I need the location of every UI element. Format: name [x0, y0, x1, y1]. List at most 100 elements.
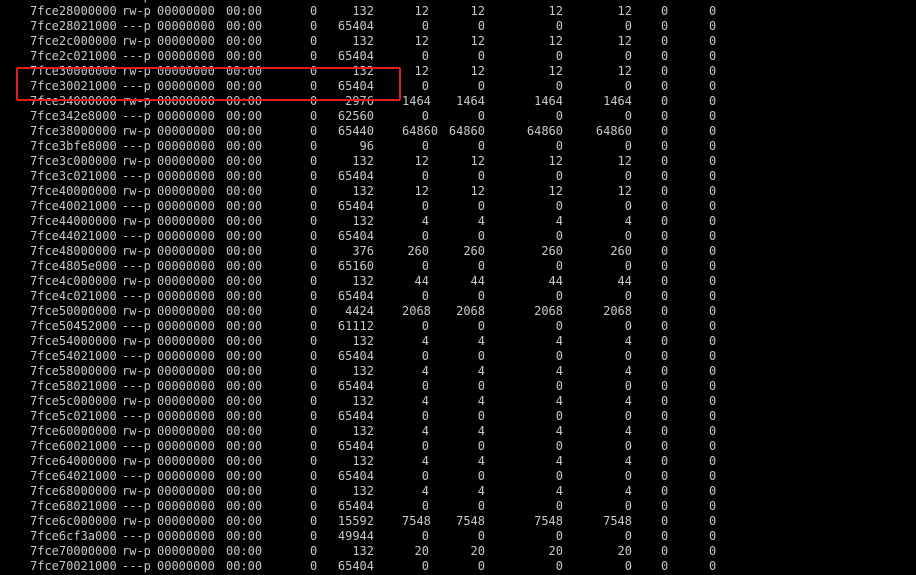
- perms-cell: rw-p: [122, 244, 151, 258]
- inode-cell: 0: [310, 274, 318, 288]
- rss-cell: 44: [414, 274, 429, 288]
- perms-cell: rw-p: [122, 124, 151, 138]
- swap-cell: 0: [661, 529, 669, 543]
- swap-cell: 0: [661, 364, 669, 378]
- pss-cell: 4: [477, 394, 485, 408]
- memory-map-row: 7fce342e8000 ---p 00000000 00:00 0 62560 0 0 0 0 0…: [0, 109, 916, 124]
- swap-cell: 0: [661, 214, 669, 228]
- private-cell: 4: [624, 454, 632, 468]
- rss-cell: 0: [421, 49, 429, 63]
- address-cell: 7fce2c021000: [30, 49, 117, 63]
- pss-cell: 0: [477, 79, 485, 93]
- locked-cell: 0: [709, 349, 717, 363]
- perms-cell: ---p: [122, 169, 151, 183]
- rss-cell: 0: [421, 529, 429, 543]
- locked-cell: 0: [709, 559, 717, 573]
- swap-cell: 0: [661, 259, 669, 273]
- shared-cell: 0: [555, 109, 563, 123]
- rss-cell: 0: [421, 199, 429, 213]
- swap-cell: 0: [661, 484, 669, 498]
- memory-map-row: 7fce28021000 ---p 00000000 00:00 0 65404 0 0 0 0 0…: [0, 19, 916, 34]
- device-cell: 00:00: [226, 274, 263, 288]
- rss-cell: 2068: [402, 304, 431, 318]
- rss-cell: 0: [421, 409, 429, 423]
- device-cell: 00:00: [226, 19, 263, 33]
- rss-cell: 4: [421, 214, 429, 228]
- pss-cell: 0: [477, 169, 485, 183]
- device-cell: 00:00: [226, 319, 263, 333]
- swap-cell: 0: [661, 319, 669, 333]
- inode-cell: 0: [310, 214, 318, 228]
- rss-cell: 0: [421, 469, 429, 483]
- size-kb-cell: 132: [352, 154, 374, 168]
- shared-cell: 0: [555, 319, 563, 333]
- perms-cell: rw-p: [122, 424, 151, 438]
- pss-cell: 0: [477, 469, 485, 483]
- swap-cell: 0: [661, 154, 669, 168]
- size-kb-cell: 4424: [345, 304, 374, 318]
- swap-cell: 0: [661, 34, 669, 48]
- offset-cell: 00000000: [157, 334, 215, 348]
- swap-cell: 0: [661, 4, 669, 18]
- memory-map-row: 7fce48000000 rw-p 00000000 00:00 0 376 260 260 2…: [0, 244, 916, 259]
- swap-cell: 0: [661, 424, 669, 438]
- rss-cell: 0: [421, 109, 429, 123]
- memory-map-row: 7fce50000000 rw-p 00000000 00:00 0 4424 2068 20…: [0, 304, 916, 319]
- size-kb-cell: 62560: [337, 109, 374, 123]
- inode-cell: 0: [310, 154, 318, 168]
- memory-map-row: 7fce54000000 rw-p 00000000 00:00 0 132 4 4 4 4 0 0: [0, 334, 916, 349]
- perms-cell: ---p: [122, 229, 151, 243]
- inode-cell: 0: [310, 319, 318, 333]
- rss-cell: 4: [421, 424, 429, 438]
- offset-cell: 00000000: [157, 424, 215, 438]
- locked-cell: 0: [709, 409, 717, 423]
- offset-cell: 00000000: [157, 19, 215, 33]
- address-cell: 7fce44000000: [30, 214, 117, 228]
- offset-cell: 00000000: [157, 109, 215, 123]
- terminal-window[interactable]: 7fce27e05000---p0000000000:0002028000000…: [0, 0, 916, 575]
- private-cell: 0: [624, 19, 632, 33]
- swap-cell: 0: [661, 409, 669, 423]
- offset-cell: 00000000: [157, 259, 215, 273]
- address-cell: 7fce3c000000: [30, 154, 117, 168]
- rss-cell: 0: [421, 439, 429, 453]
- address-cell: 7fce64021000: [30, 469, 117, 483]
- offset-cell: 00000000: [157, 379, 215, 393]
- perms-cell: rw-p: [122, 454, 151, 468]
- size-kb-cell: 132: [352, 364, 374, 378]
- memory-map-row: 7fce5c000000 rw-p 00000000 00:00 0 132 4 4 4 4 0 0: [0, 394, 916, 409]
- inode-cell: 0: [310, 184, 318, 198]
- rss-cell: 12: [414, 64, 429, 78]
- private-cell: 4: [624, 484, 632, 498]
- size-kb-cell: 132: [352, 484, 374, 498]
- address-cell: 7fce40000000: [30, 184, 117, 198]
- pss-cell: 4: [477, 214, 485, 228]
- device-cell: 00:00: [226, 259, 263, 273]
- pss-cell: 0: [477, 19, 485, 33]
- size-kb-cell: 65404: [337, 499, 374, 513]
- shared-cell: 0: [555, 139, 563, 153]
- offset-cell: 00000000: [157, 199, 215, 213]
- memory-map-row: 7fce60000000 rw-p 00000000 00:00 0 132 4 4 4 4 0 0: [0, 424, 916, 439]
- perms-cell: rw-p: [122, 544, 151, 558]
- pss-cell: 4: [477, 334, 485, 348]
- size-kb-cell: 132: [352, 214, 374, 228]
- device-cell: 00:00: [226, 499, 263, 513]
- inode-cell: 0: [310, 544, 318, 558]
- inode-cell: 0: [310, 289, 318, 303]
- perms-cell: ---p: [122, 529, 151, 543]
- address-cell: 7fce54021000: [30, 349, 117, 363]
- offset-cell: 00000000: [157, 529, 215, 543]
- device-cell: 00:00: [226, 529, 263, 543]
- inode-cell: 0: [310, 394, 318, 408]
- locked-cell: 0: [709, 529, 717, 543]
- address-cell: 7fce3bfe8000: [30, 139, 117, 153]
- perms-cell: rw-p: [122, 304, 151, 318]
- locked-cell: 0: [709, 364, 717, 378]
- pss-cell: 12: [470, 4, 485, 18]
- device-cell: 00:00: [226, 49, 263, 63]
- size-kb-cell: 132: [352, 454, 374, 468]
- address-cell: 7fce38000000: [30, 124, 117, 138]
- size-kb-cell: 65404: [337, 379, 374, 393]
- device-cell: 00:00: [226, 469, 263, 483]
